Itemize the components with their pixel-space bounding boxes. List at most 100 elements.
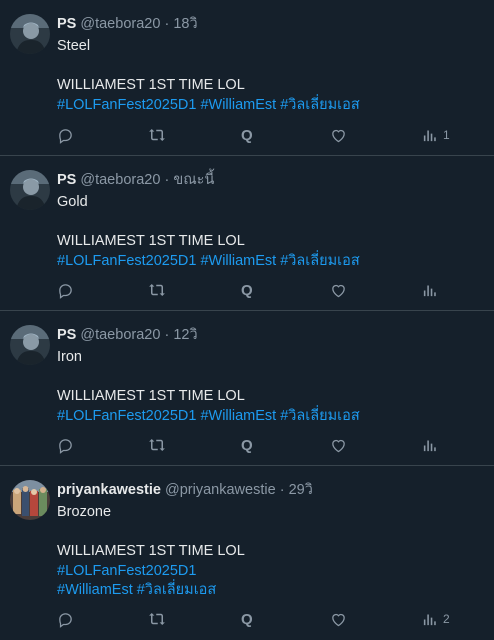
avatar-image [10, 14, 50, 54]
hashtag-link[interactable]: #วิลเลี่ยมเอส [137, 582, 217, 598]
avatar[interactable] [10, 325, 50, 365]
hashtag-link[interactable]: #WilliamEst [200, 253, 276, 269]
tweet[interactable]: PS @taebora20 · 12วิ Iron WILLIAMEST 1ST… [0, 311, 494, 466]
like-button[interactable] [330, 280, 347, 300]
tweet-line: Gold [57, 194, 88, 210]
retweet-button[interactable] [148, 280, 166, 300]
views-button[interactable]: 2 [422, 609, 450, 629]
views-button[interactable]: 1 [422, 125, 450, 145]
timeline-feed: PS @taebora20 · 18วิ Steel WILLIAMEST 1S… [0, 0, 494, 640]
hashtag-link[interactable]: #วิลเลี่ยมเอส [280, 97, 360, 113]
reply-button[interactable] [57, 609, 74, 629]
quote-icon: Q [241, 436, 253, 454]
tweet-text: Brozone WILLIAMEST 1ST TIME LOL #LOLFanF… [57, 503, 477, 601]
display-name[interactable]: PS [57, 327, 76, 343]
action-bar: Q [57, 280, 457, 300]
avatar-image [10, 170, 50, 210]
quote-button[interactable]: Q [241, 125, 253, 145]
views-icon [423, 285, 436, 296]
action-bar: Q 1 [57, 125, 457, 145]
hashtag-link[interactable]: #WilliamEst [200, 97, 276, 113]
reply-icon [59, 128, 72, 144]
separator-dot: · [164, 327, 170, 343]
views-button[interactable] [422, 280, 443, 300]
tweet-header: PS @taebora20 · 18วิ [57, 15, 198, 33]
retweet-icon [149, 129, 165, 141]
avatar[interactable] [10, 170, 50, 210]
reply-button[interactable] [57, 125, 74, 145]
reply-icon [59, 612, 72, 628]
tweet-header: PS @taebora20 · 12วิ [57, 326, 198, 344]
like-icon [332, 284, 345, 297]
hashtag-line: #LOLFanFest2025D1 #WilliamEst #วิลเลี่ยมเอ… [57, 96, 477, 116]
separator-dot: · [164, 172, 170, 188]
reply-icon [59, 438, 72, 454]
quote-button[interactable]: Q [241, 609, 253, 629]
tweet-text: Iron WILLIAMEST 1ST TIME LOL #LOLFanFest… [57, 348, 477, 426]
tweet-line: Brozone [57, 504, 112, 520]
hashtag-link[interactable]: #WilliamEst [200, 408, 276, 424]
tweet-line: WILLIAMEST 1ST TIME LOL [57, 233, 245, 249]
hashtag-link[interactable]: #LOLFanFest2025D1 [57, 253, 196, 269]
views-icon [423, 130, 436, 141]
views-count: 1 [443, 128, 450, 142]
reply-button[interactable] [57, 435, 74, 455]
like-icon [332, 613, 345, 626]
action-bar: Q 2 [57, 609, 457, 629]
quote-button[interactable]: Q [241, 435, 253, 455]
like-button[interactable] [330, 609, 347, 629]
retweet-icon [149, 439, 165, 451]
quote-button[interactable]: Q [241, 280, 253, 300]
hashtag-line: #LOLFanFest2025D1 #WilliamEst #วิลเลี่ยมเอ… [57, 252, 477, 272]
reply-icon [59, 283, 72, 299]
hashtag-link[interactable]: #วิลเลี่ยมเอส [280, 253, 360, 269]
hashtag-link[interactable]: #วิลเลี่ยมเอส [280, 408, 360, 424]
retweet-button[interactable] [148, 125, 166, 145]
display-name[interactable]: PS [57, 16, 76, 32]
timestamp[interactable]: 12วิ [173, 327, 197, 343]
tweet[interactable]: priyankawestie @priyankawestie · 29วิ Br… [0, 466, 494, 640]
action-bar: Q [57, 435, 457, 455]
hashtag-link[interactable]: #WilliamEst [57, 582, 133, 598]
views-icon [423, 614, 436, 625]
views-button[interactable] [422, 435, 443, 455]
tweet-text: Gold WILLIAMEST 1ST TIME LOL #LOLFanFest… [57, 193, 477, 271]
tweet-line: WILLIAMEST 1ST TIME LOL [57, 388, 245, 404]
tweet[interactable]: PS @taebora20 · ขณะนี้ Gold WILLIAMEST 1… [0, 156, 494, 311]
quote-icon: Q [241, 610, 253, 628]
hashtag-link[interactable]: #LOLFanFest2025D1 [57, 408, 196, 424]
like-icon [332, 439, 345, 452]
display-name[interactable]: PS [57, 172, 76, 188]
hashtag-line: #LOLFanFest2025D1 [57, 562, 477, 582]
tweet-header: PS @taebora20 · ขณะนี้ [57, 171, 214, 189]
hashtag-link[interactable]: #LOLFanFest2025D1 [57, 563, 196, 579]
display-name[interactable]: priyankawestie [57, 482, 161, 498]
hashtag-link[interactable]: #LOLFanFest2025D1 [57, 97, 196, 113]
timestamp[interactable]: ขณะนี้ [173, 172, 214, 188]
hashtag-line: #LOLFanFest2025D1 #WilliamEst #วิลเลี่ยมเอ… [57, 407, 477, 427]
tweet-text: Steel WILLIAMEST 1ST TIME LOL #LOLFanFes… [57, 37, 477, 115]
hashtag-line: #WilliamEst #วิลเลี่ยมเอส [57, 581, 477, 601]
retweet-icon [149, 613, 165, 625]
timestamp[interactable]: 18วิ [173, 16, 197, 32]
reply-button[interactable] [57, 280, 74, 300]
retweet-button[interactable] [148, 609, 166, 629]
user-handle[interactable]: @taebora20 [80, 16, 160, 32]
user-handle[interactable]: @priyankawestie [165, 482, 276, 498]
tweet[interactable]: PS @taebora20 · 18วิ Steel WILLIAMEST 1S… [0, 0, 494, 156]
retweet-button[interactable] [148, 435, 166, 455]
views-icon [423, 440, 436, 451]
timestamp[interactable]: 29วิ [289, 482, 313, 498]
like-button[interactable] [330, 125, 347, 145]
tweet-line: Iron [57, 349, 82, 365]
avatar[interactable] [10, 14, 50, 54]
avatar-image [10, 480, 50, 520]
like-icon [332, 129, 345, 142]
user-handle[interactable]: @taebora20 [80, 327, 160, 343]
user-handle[interactable]: @taebora20 [80, 172, 160, 188]
tweet-line: WILLIAMEST 1ST TIME LOL [57, 543, 245, 559]
views-count: 2 [443, 612, 450, 626]
avatar[interactable] [10, 480, 50, 520]
quote-icon: Q [241, 281, 253, 299]
like-button[interactable] [330, 435, 347, 455]
